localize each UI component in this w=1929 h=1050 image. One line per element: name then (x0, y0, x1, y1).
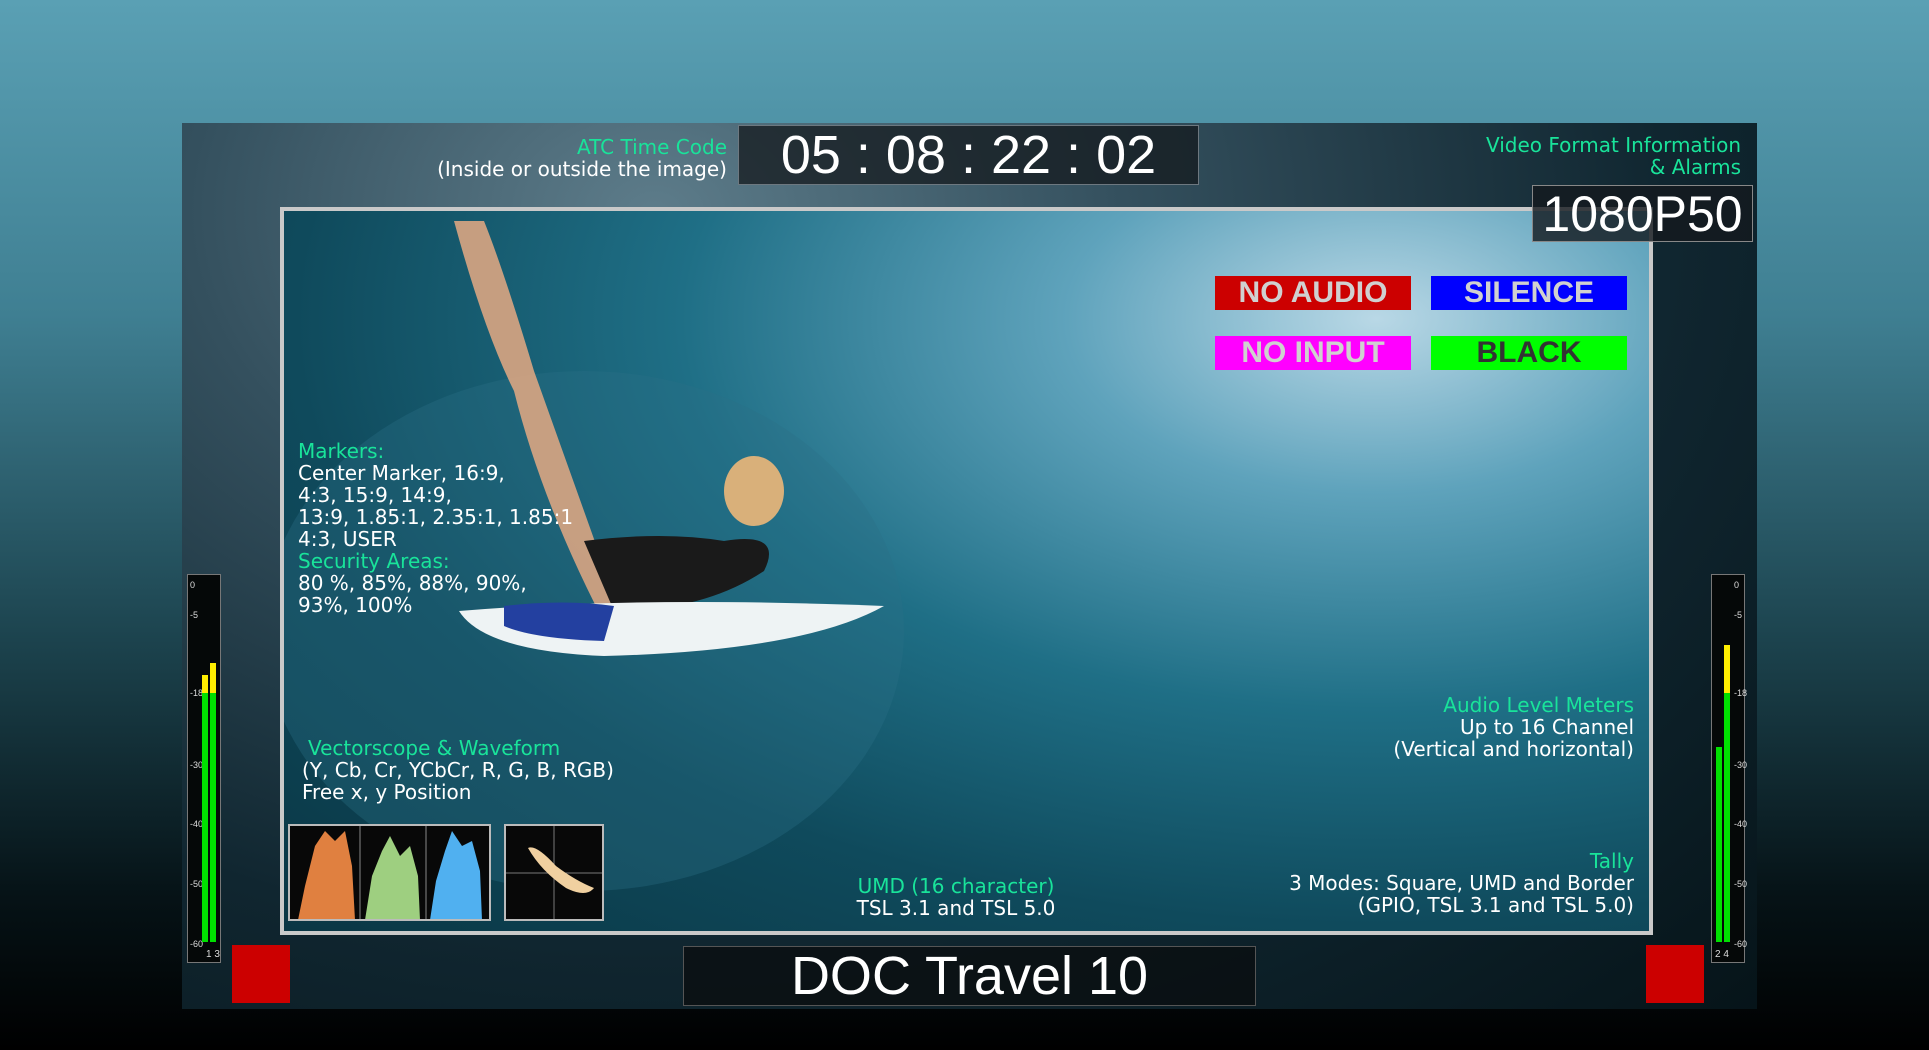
markers-line: Center Marker, 16:9, (298, 461, 505, 485)
waveform-scope[interactable] (288, 824, 491, 921)
meter-channel-label: 2 4 (1715, 949, 1729, 960)
audio-meter-right: 2 4 0 -5 -18 -30 -40 -50 -60 (1711, 574, 1748, 963)
tally-info-title: Tally (1589, 849, 1634, 873)
tally-left (232, 945, 290, 1003)
tally-info-line: 3 Modes: Square, UMD and Border (1289, 871, 1634, 895)
alarm-black: BLACK (1431, 336, 1627, 370)
tally-right (1646, 945, 1704, 1003)
audio-meter-left: 1 3 0 -5 -18 -30 -40 -50 -60 (187, 574, 221, 963)
meter-channel-label: 1 3 (206, 949, 220, 960)
meter-bar (1724, 692, 1730, 942)
waveform-graphic (298, 826, 482, 919)
timecode-label: ATC Time Code (577, 135, 727, 159)
umd-info-title: UMD (16 character) (857, 874, 1055, 898)
meter-bar-peak (202, 674, 208, 693)
security-line: 80 %, 85%, 88%, 90%, (298, 571, 527, 595)
meter-bar-peak (1724, 644, 1730, 693)
markers-line: 13:9, 1.85:1, 2.35:1, 1.85:1 (298, 505, 574, 529)
scopes-title: Vectorscope & Waveform (308, 736, 561, 760)
markers-line: 4:3, USER (298, 527, 397, 551)
audio-info-line: Up to 16 Channel (1459, 715, 1634, 739)
timecode-display: 05 : 08 : 22 : 02 (738, 125, 1199, 185)
scopes-line: Free x, y Position (302, 780, 472, 804)
meter-scale-label: -5 (1734, 609, 1743, 620)
markers-line: 4:3, 15:9, 14:9, (298, 483, 452, 507)
alarm-no-input: NO INPUT (1215, 336, 1411, 370)
meter-scale-label: -60 (1734, 939, 1748, 949)
scopes-line: (Y, Cb, Cr, YCbCr, R, G, B, RGB) (302, 758, 614, 782)
alarm-no-audio: NO AUDIO (1215, 276, 1411, 310)
audio-info-title: Audio Level Meters (1443, 693, 1634, 717)
security-title: Security Areas: (298, 549, 450, 573)
meter-scale-label: -18 (1734, 687, 1748, 698)
video-format-label-2: & Alarms (1649, 155, 1741, 179)
security-line: 93%, 100% (298, 593, 413, 617)
vectorscope[interactable] (504, 824, 604, 921)
alarm-silence: SILENCE (1431, 276, 1627, 310)
umd-info-line: TSL 3.1 and TSL 5.0 (856, 896, 1056, 920)
meter-bar (1716, 746, 1722, 942)
video-format-label: Video Format Information (1486, 133, 1741, 157)
meter-bar (210, 692, 216, 942)
vectorscope-graphic (506, 826, 602, 919)
markers-title: Markers: (298, 439, 385, 463)
meter-bar-peak (210, 662, 216, 693)
meter-scale-label: -50 (1734, 879, 1748, 890)
meter-scale-label: -40 (1734, 819, 1748, 830)
meter-scale-label: -30 (1734, 759, 1748, 770)
timecode-sublabel: (Inside or outside the image) (437, 157, 727, 181)
umd-display: DOC Travel 10 (683, 946, 1256, 1006)
tally-info-line: (GPIO, TSL 3.1 and TSL 5.0) (1357, 893, 1634, 917)
meter-scale-label: 0 (190, 580, 196, 590)
meter-scale-label: -5 (190, 609, 199, 620)
meter-scale-label: 0 (1734, 580, 1740, 590)
video-format-display: 1080P50 (1532, 185, 1753, 242)
audio-info-line: (Vertical and horizontal) (1393, 737, 1634, 761)
meter-bar (202, 692, 208, 942)
